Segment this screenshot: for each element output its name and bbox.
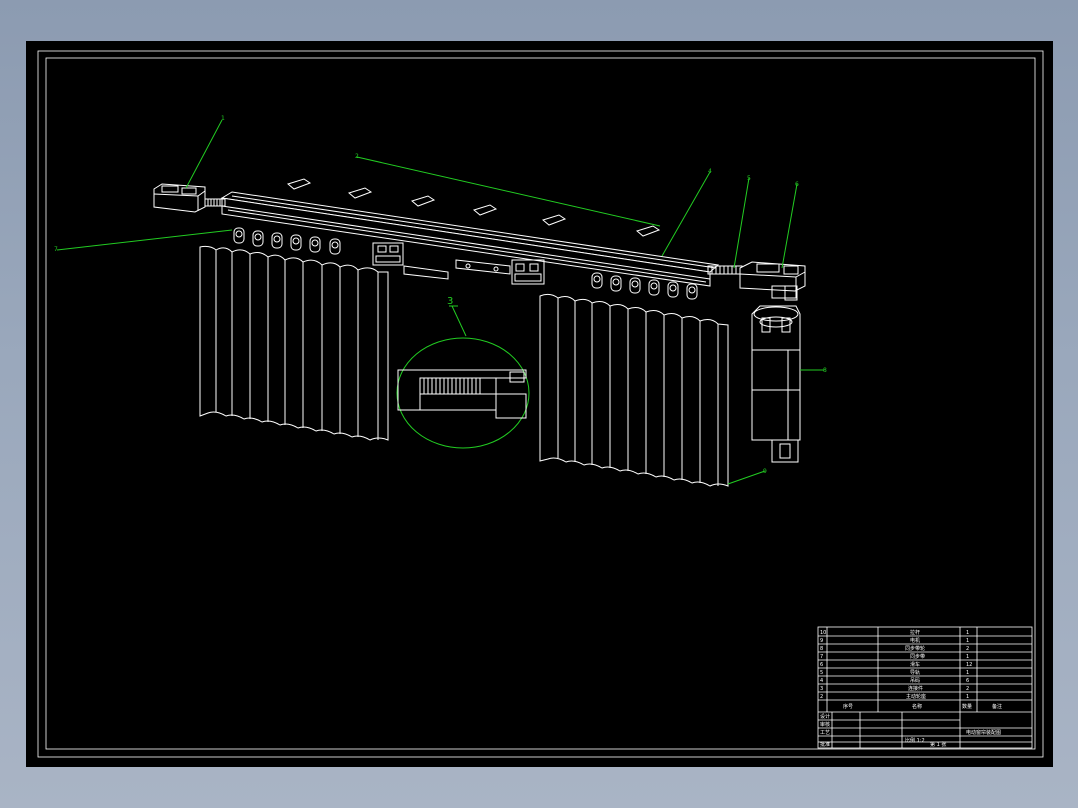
- cad-drawing: 1 2 4 5 6 7 8 9 3 10 拉杆 1 9 电机 1 8 同步带轮 …: [37, 50, 1044, 758]
- row-name: 同步带: [910, 654, 925, 660]
- label-review: 审核: [820, 721, 830, 728]
- row-qty: 6: [966, 678, 969, 684]
- row-qty: 1: [966, 670, 969, 676]
- row-no: 7: [820, 654, 823, 660]
- motor: [751, 305, 801, 463]
- title-block: 10 拉杆 1 9 电机 1 8 同步带轮 2 7 同步带 1 6 滑车 12 …: [817, 626, 1033, 749]
- callout-1: 1: [221, 115, 225, 122]
- callout-2: 2: [355, 153, 359, 160]
- row-no: 3: [820, 686, 823, 692]
- label-approve: 批准: [820, 741, 830, 748]
- row-no: 5: [820, 670, 823, 676]
- row-name: 滑车: [910, 661, 920, 668]
- row-name: 同步带轮: [905, 645, 925, 652]
- row-name: 拉杆: [910, 629, 920, 636]
- row-no: 4: [820, 678, 823, 684]
- row-no: 9: [820, 638, 823, 644]
- driven-pulley-seat: [153, 183, 206, 213]
- row-no: 8: [820, 646, 823, 652]
- callout-5: 5: [747, 175, 751, 182]
- scale-text: 比例 1:2: [905, 737, 925, 744]
- row-qty: 1: [966, 694, 969, 700]
- row-name: 电机: [910, 637, 920, 644]
- row-name: 连接件: [908, 685, 923, 692]
- detail-label: 3: [447, 296, 453, 307]
- header-note: 备注: [992, 703, 1002, 710]
- detail-view-3: [396, 337, 530, 449]
- row-qty: 1: [966, 630, 969, 636]
- header-no: 序号: [843, 703, 853, 710]
- row-no: 10: [820, 630, 826, 636]
- callout-7: 7: [54, 246, 58, 253]
- sheet-text: 第 1 张: [930, 741, 946, 748]
- row-qty: 12: [966, 662, 972, 668]
- callout-4: 4: [708, 168, 712, 175]
- row-qty: 2: [966, 646, 969, 652]
- drive-pulley-seat: [739, 261, 806, 301]
- row-no: 2: [820, 694, 823, 700]
- row-qty: 2: [966, 686, 969, 692]
- row-name: 导轨: [910, 669, 920, 676]
- left-curtain: [199, 245, 389, 441]
- row-name: 主动轮座: [906, 693, 926, 700]
- row-qty: 1: [966, 654, 969, 660]
- label-design: 设计: [820, 713, 830, 720]
- left-carriages: [233, 227, 341, 255]
- callout-6: 6: [795, 181, 799, 188]
- label-process: 工艺: [820, 730, 830, 736]
- right-curtain: [539, 293, 729, 487]
- row-qty: 1: [966, 638, 969, 644]
- row-no: 6: [820, 662, 823, 668]
- guide-rail: [220, 191, 720, 287]
- callout-numbers: 1 2 4 5 6 7 8 9 3: [54, 115, 827, 475]
- row-name: 吊码: [910, 677, 920, 684]
- header-qty: 数量: [962, 703, 972, 710]
- header-name: 名称: [912, 703, 922, 710]
- drawing-title: 电动窗帘装配图: [966, 729, 1001, 736]
- callout-9: 9: [763, 468, 767, 475]
- callout-8: 8: [823, 367, 827, 374]
